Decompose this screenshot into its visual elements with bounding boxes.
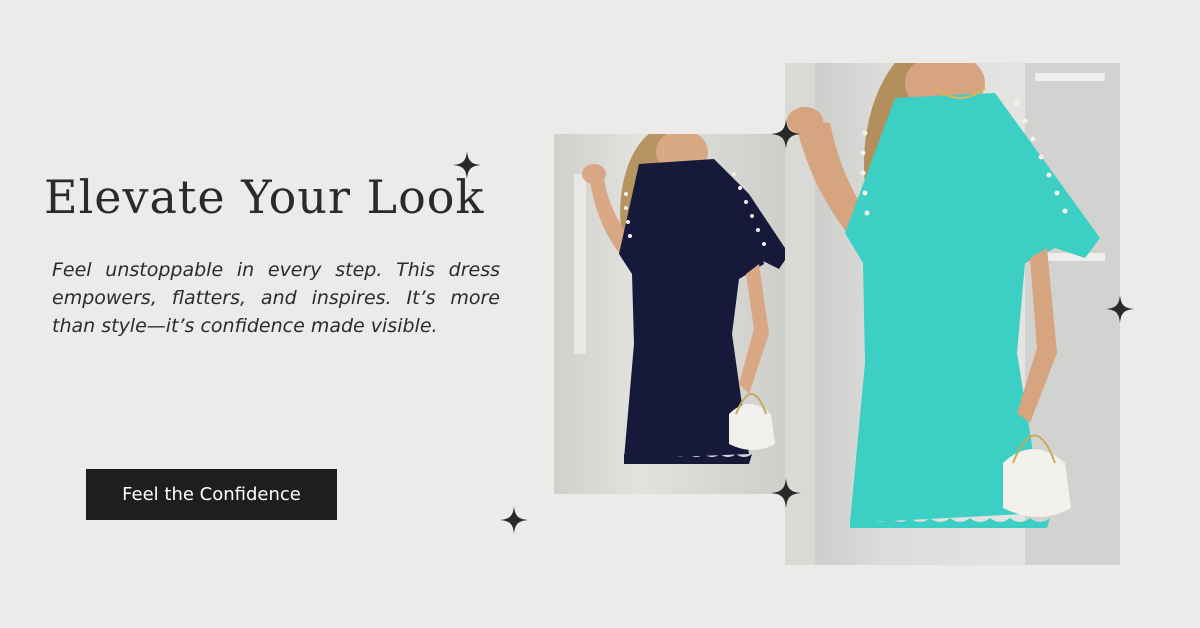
sparkle-icon	[453, 151, 481, 179]
sparkle-icon	[771, 119, 801, 149]
headline: Elevate Your Look	[44, 170, 485, 224]
sparkle-icon	[500, 506, 528, 534]
feel-the-confidence-button[interactable]: Feel the Confidence	[86, 469, 337, 520]
sparkle-icon	[771, 478, 801, 508]
turquoise-dress-photo	[785, 63, 1120, 565]
body-copy: Feel unstoppable in every step. This dre…	[52, 259, 500, 337]
sparkle-icon	[1106, 295, 1134, 323]
